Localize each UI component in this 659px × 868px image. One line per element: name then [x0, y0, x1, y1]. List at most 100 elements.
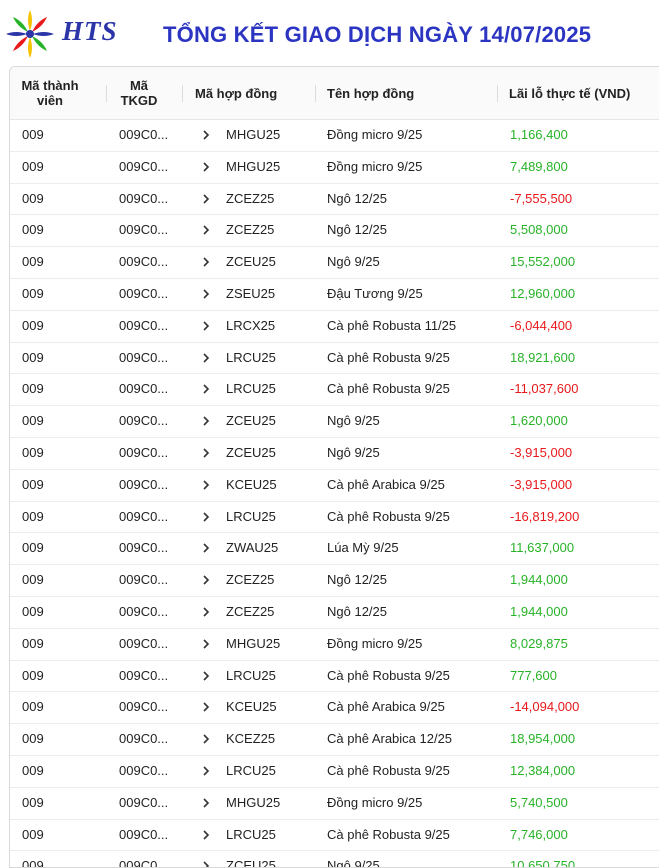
chevron-right-icon[interactable]	[200, 797, 212, 809]
chevron-right-icon[interactable]	[200, 701, 212, 713]
chevron-right-icon[interactable]	[200, 193, 212, 205]
pnl-cell: 15,552,000	[510, 254, 576, 270]
member-cell: 009	[22, 476, 44, 492]
table-row[interactable]: 009 009C0... ZCEZ25 Ngô 12/25 1,944,000	[10, 565, 659, 597]
table-row[interactable]: 009 009C0... ZCEZ25 Ngô 12/25 -7,555,500	[10, 184, 659, 216]
table-row[interactable]: 009 009C0... ZCEU25 Ngô 9/25 10,650,750	[10, 851, 659, 868]
contract-code-cell: ZCEZ25	[226, 572, 275, 588]
table-row[interactable]: 009 009C0... LRCX25 Cà phê Robusta 11/25…	[10, 311, 659, 343]
chevron-right-icon[interactable]	[200, 733, 212, 745]
contract-name-cell: Cà phê Robusta 9/25	[327, 349, 450, 365]
contract-name-cell: Ngô 12/25	[327, 572, 387, 588]
member-cell: 009	[22, 444, 44, 460]
table-row[interactable]: 009 009C0... MHGU25 Đồng micro 9/25 1,16…	[10, 120, 659, 152]
member-cell: 009	[22, 508, 44, 524]
pnl-cell: 8,029,875	[510, 635, 568, 651]
contract-code-cell: MHGU25	[226, 158, 281, 174]
member-cell: 009	[22, 540, 44, 556]
contract-name-cell: Ngô 9/25	[327, 413, 380, 429]
table-row[interactable]: 009 009C0... ZSEU25 Đậu Tương 9/25 12,96…	[10, 279, 659, 311]
chevron-right-icon[interactable]	[200, 447, 212, 459]
contract-code-cell: KCEU25	[226, 476, 277, 492]
table-row[interactable]: 009 009C0... MHGU25 Đồng micro 9/25 8,02…	[10, 629, 659, 661]
contract-code-cell: LRCU25	[226, 349, 276, 365]
chevron-right-icon[interactable]	[200, 670, 212, 682]
contract-code-cell: ZCEZ25	[226, 603, 275, 619]
chevron-right-icon[interactable]	[200, 288, 212, 300]
contract-name-cell: Cà phê Robusta 9/25	[327, 762, 450, 778]
account-cell: 009C0...	[119, 158, 169, 174]
pnl-cell: 1,166,400	[510, 127, 568, 142]
table-row[interactable]: 009 009C0... KCEU25 Cà phê Arabica 9/25 …	[10, 470, 659, 502]
contract-name-cell: Ngô 9/25	[327, 858, 380, 868]
table-row[interactable]: 009 009C0... LRCU25 Cà phê Robusta 9/25 …	[10, 661, 659, 693]
chevron-right-icon[interactable]	[200, 320, 212, 332]
account-cell: 009C0...	[119, 667, 169, 683]
contract-name-cell: Đồng micro 9/25	[327, 794, 423, 810]
contract-code-cell: ZCEZ25	[226, 222, 275, 238]
chevron-right-icon[interactable]	[200, 129, 212, 141]
chevron-right-icon[interactable]	[200, 352, 212, 364]
table-row[interactable]: 009 009C0... LRCU25 Cà phê Robusta 9/25 …	[10, 756, 659, 788]
column-divider	[106, 85, 107, 102]
chevron-right-icon[interactable]	[200, 511, 212, 523]
chevron-right-icon[interactable]	[200, 860, 212, 868]
table-row[interactable]: 009 009C0... KCEU25 Cà phê Arabica 9/25 …	[10, 692, 659, 725]
pnl-cell: -3,915,000	[510, 476, 573, 492]
column-header-account[interactable]: Mã TKGD	[114, 67, 164, 119]
table-row[interactable]: 009 009C0... LRCU25 Cà phê Robusta 9/25 …	[10, 502, 659, 534]
table-row[interactable]: 009 009C0... ZCEU25 Ngô 9/25 15,552,000	[10, 247, 659, 279]
table-row[interactable]: 009 009C0... ZCEZ25 Ngô 12/25 1,944,000	[10, 597, 659, 629]
contract-code-cell: MHGU25	[226, 635, 281, 651]
chevron-right-icon[interactable]	[200, 765, 212, 777]
table-row[interactable]: 009 009C0... LRCU25 Cà phê Robusta 9/25 …	[10, 374, 659, 407]
contract-name-cell: Cà phê Robusta 11/25	[327, 317, 457, 333]
column-header-contract-name[interactable]: Tên hợp đồng	[327, 67, 414, 119]
table-row[interactable]: 009 009C0... LRCU25 Cà phê Robusta 9/25 …	[10, 343, 659, 375]
account-cell: 009C0...	[119, 603, 169, 619]
chevron-right-icon[interactable]	[200, 574, 212, 586]
table-row[interactable]: 009 009C0... ZWAU25 Lúa Mỳ 9/25 11,637,0…	[10, 533, 659, 566]
member-cell: 009	[22, 285, 44, 301]
contract-name-cell: Cà phê Arabica 9/25	[327, 699, 445, 715]
chevron-right-icon[interactable]	[200, 415, 212, 427]
contract-code-cell: ZCEZ25	[226, 190, 275, 206]
account-cell: 009C0...	[119, 381, 169, 397]
chevron-right-icon[interactable]	[200, 606, 212, 618]
pnl-cell: -16,819,200	[510, 508, 580, 524]
table-row[interactable]: 009 009C0... ZCEZ25 Ngô 12/25 5,508,000	[10, 215, 659, 248]
table-row[interactable]: 009 009C0... KCEZ25 Cà phê Arabica 12/25…	[10, 724, 659, 756]
member-cell: 009	[22, 158, 44, 174]
chevron-right-icon[interactable]	[200, 479, 212, 491]
contract-code-cell: ZSEU25	[226, 285, 276, 301]
member-cell: 009	[22, 731, 44, 747]
hts-logo-icon	[6, 10, 54, 58]
column-header-pnl[interactable]: Lãi lỗ thực tế (VND)	[509, 67, 630, 119]
table-row[interactable]: 009 009C0... MHGU25 Đồng micro 9/25 7,48…	[10, 152, 659, 184]
chevron-right-icon[interactable]	[200, 256, 212, 268]
column-divider	[497, 85, 498, 102]
column-header-member[interactable]: Mã thành viên	[16, 67, 84, 119]
pnl-cell: 1,944,000	[510, 603, 568, 619]
chevron-right-icon[interactable]	[200, 383, 212, 395]
contract-name-cell: Cà phê Arabica 9/25	[327, 476, 445, 492]
table-row[interactable]: 009 009C0... ZCEU25 Ngô 9/25 -3,915,000	[10, 438, 659, 470]
contract-name-cell: Cà phê Robusta 9/25	[327, 508, 450, 524]
account-cell: 009C0...	[119, 254, 169, 270]
table-row[interactable]: 009 009C0... ZCEU25 Ngô 9/25 1,620,000	[10, 406, 659, 438]
contract-code-cell: MHGU25	[226, 794, 281, 810]
column-header-contract-code[interactable]: Mã hợp đồng	[195, 67, 277, 119]
chevron-right-icon[interactable]	[200, 542, 212, 554]
account-cell: 009C0...	[119, 635, 169, 651]
contract-name-cell: Ngô 12/25	[327, 603, 387, 619]
pnl-cell: -3,915,000	[510, 444, 573, 460]
chevron-right-icon[interactable]	[200, 224, 212, 236]
table-row[interactable]: 009 009C0... MHGU25 Đồng micro 9/25 5,74…	[10, 788, 659, 820]
member-cell: 009	[22, 699, 44, 715]
contract-name-cell: Cà phê Robusta 9/25	[327, 381, 450, 397]
table-row[interactable]: 009 009C0... LRCU25 Cà phê Robusta 9/25 …	[10, 820, 659, 852]
chevron-right-icon[interactable]	[200, 161, 212, 173]
contract-name-cell: Đậu Tương 9/25	[327, 285, 423, 301]
chevron-right-icon[interactable]	[200, 638, 212, 650]
chevron-right-icon[interactable]	[200, 829, 212, 841]
